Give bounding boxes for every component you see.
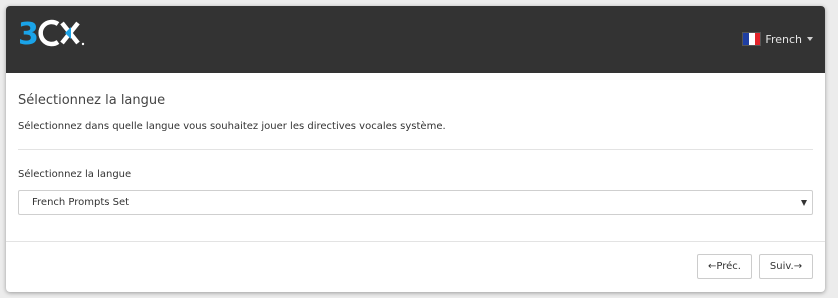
caret-down-icon: [807, 37, 813, 41]
section-divider: [18, 149, 813, 150]
language-label: French: [765, 32, 802, 46]
prompt-set-select-value: French Prompts Set: [32, 197, 130, 208]
footer-divider: [6, 241, 825, 242]
france-flag-icon: [742, 32, 762, 46]
page-description: Sélectionnez dans quelle langue vous sou…: [18, 121, 446, 132]
language-dropdown[interactable]: French: [742, 32, 813, 46]
language-field-label: Sélectionnez la langue: [18, 169, 132, 180]
3cx-logo: 3: [18, 17, 85, 50]
top-header: 3 French: [6, 6, 825, 73]
previous-button[interactable]: ←Préc.: [697, 254, 752, 279]
wizard-panel: 3 French Sélectionnez la langue Sélectio…: [6, 6, 825, 292]
prompt-set-select[interactable]: French Prompts Set: [18, 190, 813, 215]
next-button[interactable]: Suiv.→: [759, 254, 813, 279]
flag-stripe-red: [754, 33, 761, 45]
page-title: Sélectionnez la langue: [18, 93, 166, 108]
svg-text:3: 3: [18, 17, 39, 50]
dropdown-arrow-icon: [801, 200, 807, 206]
